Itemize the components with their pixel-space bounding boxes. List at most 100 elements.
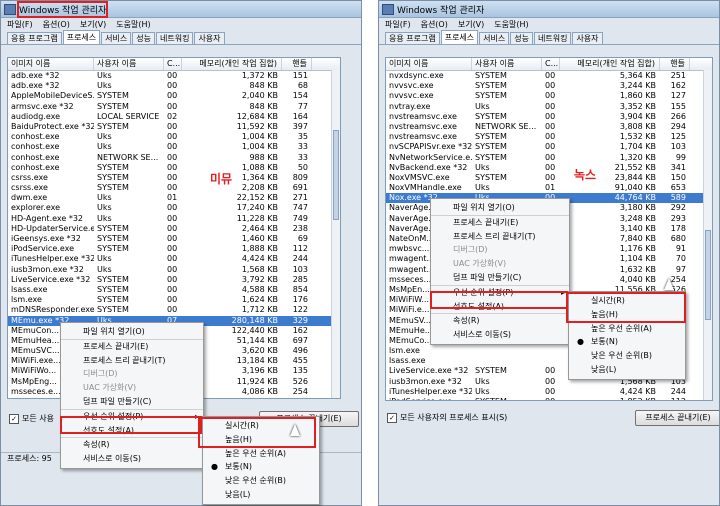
menu-file[interactable]: 파일(F)	[7, 19, 33, 30]
tab-users[interactable]: 사용자	[572, 32, 603, 44]
table-row[interactable]: lsass.exe SYSTEM 00 4,588 KB 854	[8, 285, 340, 295]
table-row[interactable]: iGeensys.exe *32 SYSTEM 00 1,460 KB 69	[8, 234, 340, 244]
table-row[interactable]: armsvc.exe *32 SYSTEM 00 848 KB 77	[8, 102, 340, 112]
menu-create-dump[interactable]: 덤프 파일 만들기(C)	[431, 271, 569, 286]
priority-low[interactable]: 낮음(L)	[569, 363, 685, 377]
tab-services[interactable]: 서비스	[479, 32, 510, 44]
checkbox-box[interactable]: ✓	[9, 413, 19, 424]
menu-help[interactable]: 도움말(H)	[116, 19, 150, 30]
col-image-name[interactable]: 이미지 이름	[8, 58, 94, 70]
table-row[interactable]: NvBackend.exe *32 Uks 00 21,552 KB 341	[386, 163, 712, 173]
col-handles[interactable]: 핸들	[660, 58, 690, 70]
table-row[interactable]: nvstreamsvc.exe NETWORK SE... 00 3,808 KB 29…	[386, 122, 712, 132]
menu-end-process[interactable]: 프로세스 끝내기(E)	[431, 216, 569, 230]
vertical-scrollbar[interactable]	[331, 70, 340, 398]
table-row[interactable]: conhost.exe Uks 00 1,004 KB 35	[8, 132, 340, 142]
menu-properties[interactable]: 속성(R)	[431, 314, 569, 328]
end-process-button[interactable]: 프로세스 끝내기(E)	[635, 410, 719, 426]
tab-performance[interactable]: 성능	[132, 32, 155, 44]
table-row[interactable]: AppleMobileDeviceS... SYSTEM 00 2,040 KB 154	[8, 91, 340, 101]
menu-file[interactable]: 파일(F)	[385, 19, 411, 30]
table-row[interactable]: adb.exe *32 Uks 00 1,372 KB 151	[8, 71, 340, 81]
table-row[interactable]: NoxVMSVC.exe SYSTEM 00 23,844 KB 150	[386, 173, 712, 183]
table-row[interactable]: nvSCPAPISvr.exe *32 SYSTEM 00 1,704 KB 103	[386, 142, 712, 152]
table-row[interactable]: iTunesHelper.exe *32 Uks 00 4,424 KB 244	[8, 254, 340, 264]
table-row[interactable]: BaiduProtect.exe *32 SYSTEM 00 11,592 KB 397	[8, 122, 340, 132]
menu-create-dump[interactable]: 덤프 파일 만들기(C)	[61, 395, 203, 410]
scrollbar-thumb[interactable]	[705, 230, 711, 320]
menu-view[interactable]: 보기(V)	[80, 19, 106, 30]
col-user-name[interactable]: 사용자 이름	[472, 58, 542, 70]
table-row[interactable]: conhost.exe NETWORK SE... 00 988 KB 33	[8, 153, 340, 163]
priority-low[interactable]: 낮음(L)	[203, 488, 319, 502]
priority-below-normal[interactable]: 낮은 우선 순위(B)	[569, 349, 685, 363]
table-row[interactable]: iusb3mon.exe *32 Uks 00 1,568 KB 103	[8, 265, 340, 275]
priority-above-normal[interactable]: 높은 우선 순위(A)	[569, 322, 685, 336]
table-row[interactable]: mDNSResponder.exe SYSTEM 00 1,712 KB 122	[8, 305, 340, 315]
table-row[interactable]: nvstreamsvc.exe SYSTEM 00 3,904 KB 266	[386, 112, 712, 122]
table-row[interactable]: iPodService.exeSYSTEM001,852 KB112	[386, 397, 712, 400]
title-bar[interactable]: Windows 작업 관리자	[1, 1, 361, 18]
col-image-name[interactable]: 이미지 이름	[386, 58, 472, 70]
table-row[interactable]: nvvsvc.exe SYSTEM 00 3,244 KB 162	[386, 81, 712, 91]
table-row[interactable]: csrss.exe SYSTEM 00 2,208 KB 691	[8, 183, 340, 193]
table-row[interactable]: conhost.exe SYSTEM 00 1,088 KB 50	[8, 163, 340, 173]
tab-users[interactable]: 사용자	[194, 32, 225, 44]
menu-open-file-location[interactable]: 파일 위치 열기(O)	[61, 325, 203, 340]
menu-end-process-tree[interactable]: 프로세스 트리 끝내기(T)	[61, 354, 203, 368]
tab-applications[interactable]: 응용 프로그램	[385, 32, 440, 44]
tab-networking[interactable]: 네트워킹	[155, 32, 194, 44]
vertical-scrollbar[interactable]	[703, 70, 712, 400]
tab-processes[interactable]: 프로세스	[62, 30, 101, 44]
menu-options[interactable]: 옵션(O)	[421, 19, 448, 30]
table-row[interactable]: HD-Agent.exe *32 Uks 00 11,228 KB 749	[8, 214, 340, 224]
show-all-users-checkbox[interactable]: ✓ 모든 사용자의 프로세스 표시(S)	[387, 412, 507, 423]
col-memory[interactable]: 메모리(개인 작업 집합)	[560, 58, 660, 70]
menu-end-process[interactable]: 프로세스 끝내기(E)	[61, 340, 203, 354]
tab-processes[interactable]: 프로세스	[440, 30, 479, 44]
menu-properties[interactable]: 속성(R)	[61, 438, 203, 452]
col-cpu[interactable]: C...	[542, 58, 560, 70]
table-row[interactable]: LiveService.exe *32 SYSTEM 00 3,792 KB 285	[8, 275, 340, 285]
menu-end-process-tree[interactable]: 프로세스 트리 끝내기(T)	[431, 230, 569, 244]
col-cpu[interactable]: C...	[164, 58, 182, 70]
menu-go-to-service[interactable]: 서비스로 이동(S)	[431, 328, 569, 342]
priority-normal[interactable]: ● 보통(N)	[203, 460, 319, 474]
table-row[interactable]: nvxdsync.exe SYSTEM 00 5,364 KB 251	[386, 71, 712, 81]
tab-applications[interactable]: 응용 프로그램	[7, 32, 62, 44]
tab-networking[interactable]: 네트워킹	[533, 32, 572, 44]
scrollbar-thumb[interactable]	[333, 130, 339, 220]
table-row[interactable]: conhost.exe Uks 00 1,004 KB 33	[8, 142, 340, 152]
cell-cpu: 00	[167, 234, 178, 243]
col-handles[interactable]: 핸들	[282, 58, 312, 70]
menu-options[interactable]: 옵션(O)	[43, 19, 70, 30]
table-row[interactable]: adb.exe *32 Uks 00 848 KB 68	[8, 81, 340, 91]
show-all-users-checkbox[interactable]: ✓ 모든 사용	[9, 413, 54, 424]
menu-open-file-location[interactable]: 파일 위치 열기(O)	[431, 201, 569, 216]
table-row[interactable]: audiodg.exe LOCAL SERVICE 02 12,684 KB 164	[8, 112, 340, 122]
priority-normal[interactable]: ● 보통(N)	[569, 335, 685, 349]
tab-services[interactable]: 서비스	[101, 32, 132, 44]
table-row[interactable]: csrss.exe SYSTEM 00 1,364 KB 809	[8, 173, 340, 183]
table-row[interactable]: iPodService.exe SYSTEM 00 1,888 KB 112	[8, 244, 340, 254]
priority-below-normal[interactable]: 낮은 우선 순위(B)	[203, 474, 319, 488]
table-row[interactable]: NvNetworkService.e... SYSTEM 00 1,320 KB 99	[386, 153, 712, 163]
table-row[interactable]: HD-UpdaterService.e... SYSTEM 00 2,464 KB 23…	[8, 224, 340, 234]
table-row[interactable]: explorer.exe Uks 00 17,240 KB 747	[8, 203, 340, 213]
table-row[interactable]: nvtray.exe Uks 00 3,352 KB 155	[386, 102, 712, 112]
table-row[interactable]: nvvsvc.exe SYSTEM 00 1,860 KB 127	[386, 91, 712, 101]
table-row[interactable]: nvstreamsvc.exe SYSTEM 00 1,532 KB 125	[386, 132, 712, 142]
priority-above-normal[interactable]: 높은 우선 순위(A)	[203, 447, 319, 461]
col-memory[interactable]: 메모리(개인 작업 집합)	[182, 58, 282, 70]
checkbox-box[interactable]: ✓	[387, 412, 397, 423]
menu-help[interactable]: 도움말(H)	[494, 19, 528, 30]
table-row[interactable]: iTunesHelper.exe *32 Uks 00 4,424 KB 244	[386, 387, 712, 397]
title-bar[interactable]: Windows 작업 관리자	[379, 1, 719, 18]
menu-go-to-service[interactable]: 서비스로 이동(S)	[61, 452, 203, 466]
menu-view[interactable]: 보기(V)	[458, 19, 484, 30]
tab-performance[interactable]: 성능	[510, 32, 533, 44]
col-user-name[interactable]: 사용자 이름	[94, 58, 164, 70]
table-row[interactable]: NoxVMHandle.exe Uks 01 91,040 KB 653	[386, 183, 712, 193]
table-row[interactable]: dwm.exe Uks 01 22,152 KB 271	[8, 193, 340, 203]
table-row[interactable]: lsm.exe SYSTEM 00 1,624 KB 176	[8, 295, 340, 305]
